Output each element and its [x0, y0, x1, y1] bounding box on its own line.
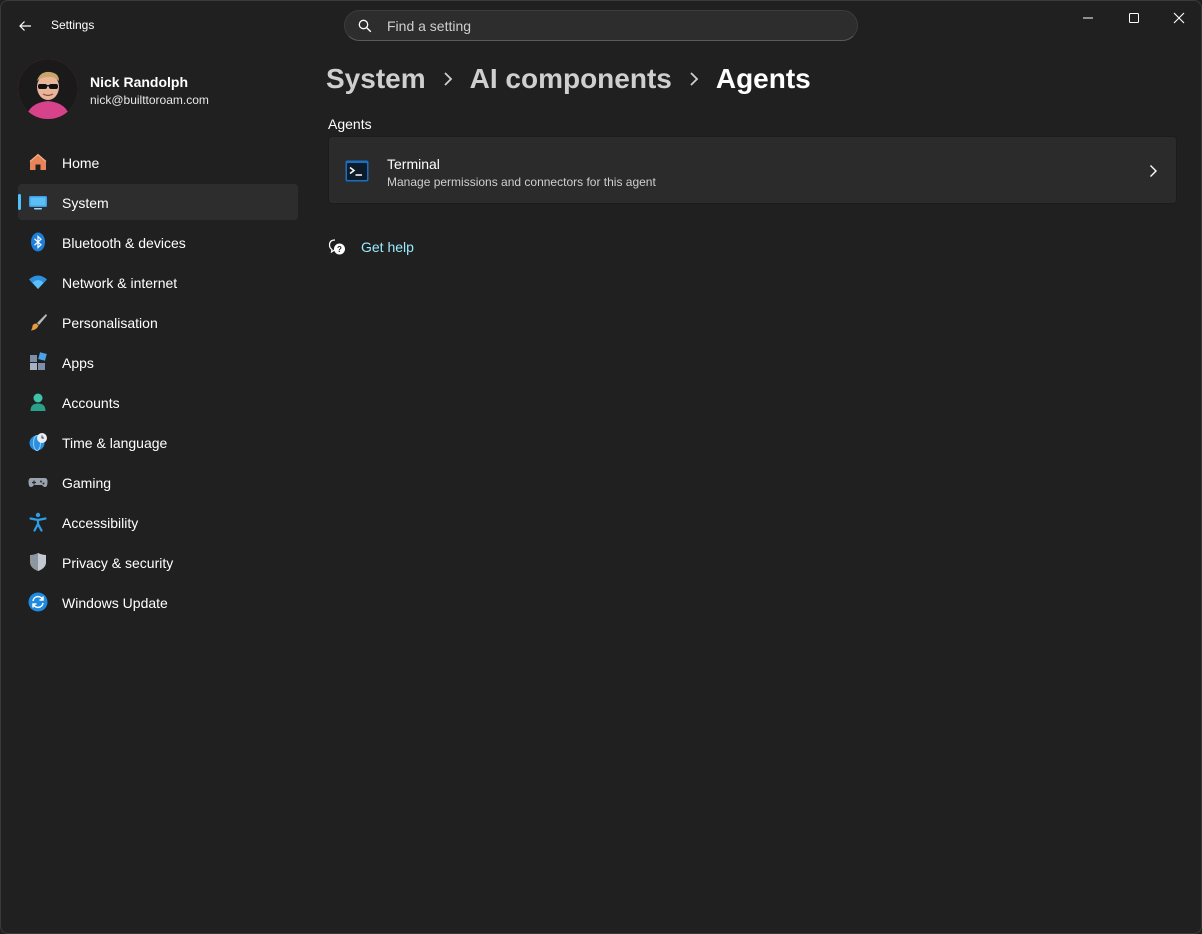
close-button[interactable]	[1156, 1, 1201, 35]
search-icon	[357, 18, 373, 34]
sidebar-item-label: Network & internet	[62, 275, 178, 291]
back-arrow-icon	[19, 21, 31, 31]
svg-text:?: ?	[337, 245, 342, 254]
get-help-label: Get help	[361, 239, 414, 255]
accessibility-icon	[29, 512, 47, 532]
close-icon	[1173, 12, 1185, 24]
breadcrumb-agents: Agents	[715, 63, 811, 94]
shield-icon	[30, 553, 46, 571]
terminal-icon	[345, 160, 369, 182]
sidebar-item-personalisation[interactable]: Personalisation	[18, 304, 298, 340]
search-input[interactable]	[385, 16, 829, 35]
home-icon	[29, 153, 47, 170]
sidebar-item-label: Home	[62, 155, 100, 171]
apps-icon	[30, 352, 47, 370]
section-heading: Agents	[328, 116, 372, 132]
person-icon	[30, 393, 46, 411]
sidebar-item-apps[interactable]: Apps	[18, 344, 298, 380]
sidebar-nav: Home System Bluetooth & devices Network	[18, 144, 298, 624]
minimize-button[interactable]	[1065, 1, 1111, 35]
get-help-link[interactable]: ? Get help	[328, 238, 414, 256]
sidebar-item-label: Time & language	[62, 435, 168, 451]
globe-clock-icon	[29, 433, 47, 451]
agent-card-terminal[interactable]: Terminal Manage permissions and connecto…	[328, 136, 1177, 204]
breadcrumb: System AI components Agents	[326, 59, 811, 99]
sidebar-item-label: Gaming	[62, 475, 112, 491]
agent-title: Terminal	[387, 156, 440, 172]
sidebar-item-label: Accessibility	[62, 515, 139, 531]
sidebar-item-system[interactable]: System	[18, 184, 298, 220]
sidebar-item-windows-update[interactable]: Windows Update	[18, 584, 298, 620]
minimize-icon	[1083, 17, 1093, 19]
wifi-icon	[29, 275, 47, 289]
chevron-right-icon	[426, 71, 470, 87]
sidebar-item-label: Windows Update	[62, 595, 168, 611]
gamepad-icon	[28, 478, 48, 487]
maximize-icon	[1129, 13, 1139, 23]
chevron-right-icon	[1150, 165, 1157, 177]
breadcrumb-system[interactable]: System	[326, 63, 426, 95]
bluetooth-icon	[31, 232, 45, 252]
system-icon	[29, 196, 47, 210]
sidebar-item-label: Privacy & security	[62, 555, 174, 571]
sidebar-item-label: Bluetooth & devices	[62, 235, 186, 251]
sidebar-item-label: Accounts	[62, 395, 120, 411]
sidebar-item-home[interactable]: Home	[18, 144, 298, 180]
sidebar-item-accessibility[interactable]: Accessibility	[18, 504, 298, 540]
back-button[interactable]	[11, 13, 39, 39]
maximize-button[interactable]	[1111, 1, 1157, 35]
sidebar-item-gaming[interactable]: Gaming	[18, 464, 298, 500]
sidebar-item-time-language[interactable]: Time & language	[18, 424, 298, 460]
brush-icon	[31, 314, 47, 331]
avatar[interactable]	[18, 59, 78, 119]
sidebar-item-network[interactable]: Network & internet	[18, 264, 298, 300]
title-bar: Settings	[1, 1, 1201, 49]
app-title: Settings	[51, 18, 95, 32]
search-box[interactable]	[344, 10, 858, 41]
sidebar-item-label: Apps	[62, 355, 94, 371]
breadcrumb-ai-components[interactable]: AI components	[470, 63, 672, 95]
user-email: nick@builttoroam.com	[90, 93, 209, 107]
help-chat-icon: ?	[328, 239, 345, 255]
sidebar-item-label: System	[62, 195, 109, 211]
sidebar-item-bluetooth[interactable]: Bluetooth & devices	[18, 224, 298, 260]
agent-description: Manage permissions and connectors for th…	[387, 175, 656, 189]
settings-window: Settings Find a setting Nick Randolph ni…	[0, 0, 1202, 934]
sidebar-item-label: Personalisation	[62, 315, 158, 331]
update-icon	[28, 592, 48, 612]
selection-indicator	[18, 194, 21, 210]
sidebar-item-accounts[interactable]: Accounts	[18, 384, 298, 420]
sidebar-item-privacy-security[interactable]: Privacy & security	[18, 544, 298, 580]
user-name: Nick Randolph	[90, 74, 189, 90]
chevron-right-icon	[672, 71, 716, 87]
